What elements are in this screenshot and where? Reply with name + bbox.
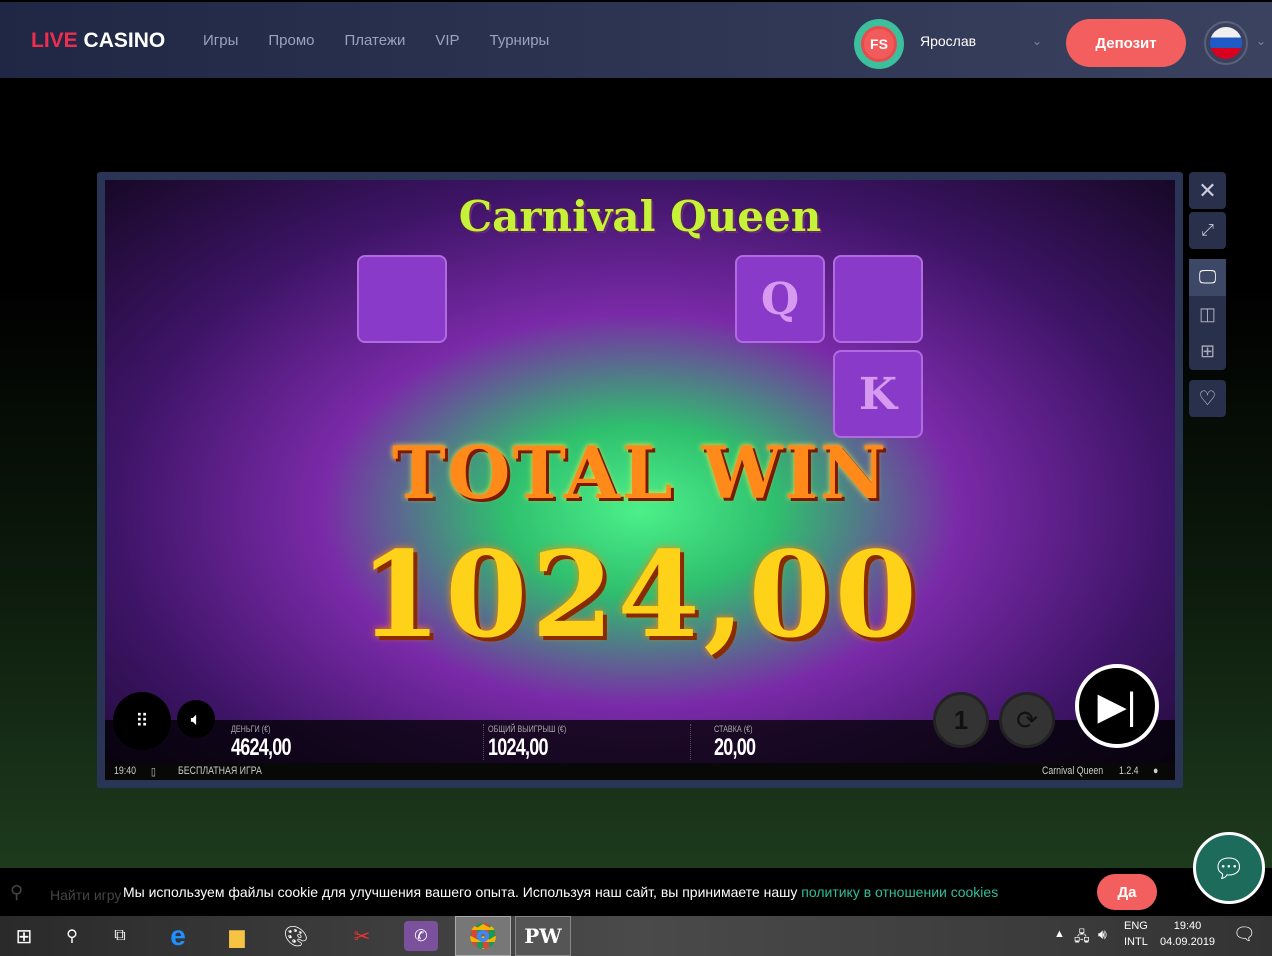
reel-symbol <box>357 255 447 343</box>
windows-taskbar: ⊞ ⚲ ⧉ e ▆ 🎨︎ ✂ ✆ PW ▲ 🖧︎ 🔊︎ ENG INTL 19:4… <box>0 916 1272 956</box>
task-view-icon[interactable]: ⧉ <box>96 916 144 956</box>
reel-symbol: K <box>833 350 923 438</box>
tray-expand-icon[interactable]: ▲ <box>1054 928 1065 940</box>
pokerstars-icon[interactable]: PW <box>515 916 571 956</box>
user-menu-chevron-icon[interactable]: ⌄ <box>1032 34 1042 48</box>
nav-vip[interactable]: VIP <box>435 32 459 49</box>
four-screen-icon[interactable]: ⊞ <box>1189 333 1226 370</box>
total-win-stat: ОБЩИЙ ВЫИГРЫШ (€) 1024,00 <box>488 724 567 761</box>
windows-start-icon[interactable]: ⊞ <box>0 916 48 956</box>
game-frame: Q K Carnival Queen TOTAL WIN 1024,00 ДЕН… <box>97 172 1183 788</box>
balance-stat: ДЕНЬГИ (€) 4624,00 <box>231 724 292 761</box>
snipping-tool-icon[interactable]: ✂ <box>338 916 386 956</box>
avatar[interactable]: FS <box>854 19 904 69</box>
language-chevron-icon[interactable]: ⌄ <box>1256 34 1266 48</box>
chat-button[interactable]: 💬︎ <box>1193 832 1265 904</box>
paint-icon[interactable]: 🎨︎ <box>272 916 320 956</box>
favorite-button[interactable]: ♡ <box>1189 380 1226 417</box>
total-win-amount: 1024,00 <box>359 525 921 664</box>
autoplay-button[interactable]: ⟳ <box>999 692 1055 748</box>
mobile-icon: ▯ <box>151 766 156 778</box>
nav-promo[interactable]: Промо <box>268 32 314 49</box>
logo[interactable]: LIVE CASINO <box>31 29 165 53</box>
divider <box>690 724 691 760</box>
search-icon: ⚲ <box>10 882 24 902</box>
total-win-label: TOTAL WIN <box>392 430 888 515</box>
search-icon[interactable]: ⚲ <box>48 916 96 956</box>
game-canvas[interactable]: Q K Carnival Queen TOTAL WIN 1024,00 ДЕН… <box>105 180 1175 780</box>
menu-grid-icon[interactable]: ⠿ <box>113 692 171 750</box>
game-title: Carnival Queen <box>458 192 822 241</box>
username[interactable]: Ярослав <box>920 33 976 49</box>
file-explorer-icon[interactable]: ▆ <box>213 916 261 956</box>
network-icon[interactable]: 🖧︎ <box>1074 926 1090 950</box>
spin-skip-button[interactable]: ▶| <box>1075 664 1159 748</box>
cookie-banner: ⚲ Найти игру Мы используем файлы cookie … <box>0 868 1272 916</box>
two-screen-icon[interactable]: ◫ <box>1189 296 1226 333</box>
coin-value-button[interactable]: 1 <box>933 692 989 748</box>
language-indicator[interactable]: ENG INTL <box>1124 920 1148 948</box>
main-nav: Игры Промо Платежи VIP Турниры <box>203 32 549 49</box>
cookie-policy-link[interactable]: политику в отношении cookies <box>801 884 998 900</box>
heart-icon: ♡ <box>1198 388 1217 410</box>
site-header: LIVE CASINO Игры Промо Платежи VIP Турни… <box>0 2 1272 78</box>
bet-stat: СТАВКА (€) 20,00 <box>714 724 756 761</box>
settings-icon[interactable]: ● <box>1153 765 1158 777</box>
cookie-accept-button[interactable]: Да <box>1097 874 1157 910</box>
viber-icon[interactable]: ✆ <box>404 921 438 951</box>
close-game-button[interactable]: ✕ <box>1189 172 1226 209</box>
language-flag-ru[interactable] <box>1204 21 1248 65</box>
edge-icon[interactable]: e <box>154 916 202 956</box>
volume-icon[interactable]: 🔊︎ <box>1098 926 1107 943</box>
divider <box>483 724 484 760</box>
single-screen-icon[interactable]: 🖵︎ <box>1189 259 1226 296</box>
nav-payments[interactable]: Платежи <box>345 32 406 49</box>
game-footer: 19:40 ▯ БЕСПЛАТНАЯ ИГРА Carnival Queen 1… <box>105 763 1175 780</box>
layout-group: 🖵︎ ◫ ⊞ <box>1189 259 1226 370</box>
fullscreen-button[interactable]: ⤢ <box>1189 212 1226 249</box>
deposit-button[interactable]: Депозит <box>1066 19 1186 67</box>
nav-tournaments[interactable]: Турниры <box>490 32 550 49</box>
cookie-message: Мы используем файлы cookie для улучшения… <box>123 884 999 900</box>
search-input[interactable]: Найти игру <box>50 887 121 903</box>
chat-bubble-icon: 💬︎ <box>1212 852 1246 883</box>
reel-symbol <box>833 255 923 343</box>
close-icon: ✕ <box>1198 177 1217 203</box>
notifications-icon[interactable]: 🗨︎ <box>1233 924 1256 945</box>
clock[interactable]: 19:40 04.09.2019 <box>1160 920 1215 948</box>
nav-games[interactable]: Игры <box>203 32 238 49</box>
chrome-icon[interactable] <box>455 916 511 956</box>
expand-icon: ⤢ <box>1201 221 1214 239</box>
reel-symbol: Q <box>735 255 825 343</box>
sound-icon[interactable]: 🔈︎ <box>177 700 215 738</box>
